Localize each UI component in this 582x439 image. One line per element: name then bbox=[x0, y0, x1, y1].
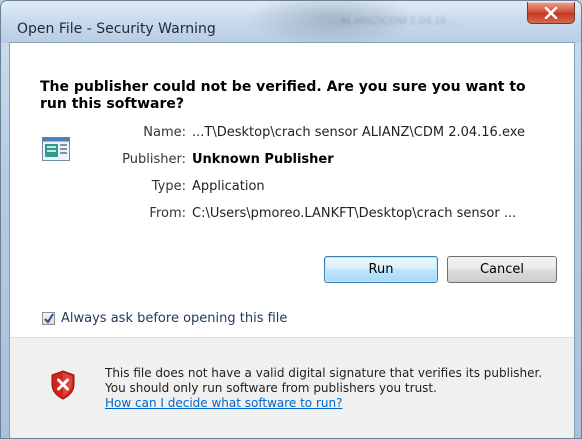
close-button[interactable] bbox=[527, 2, 575, 24]
always-ask-checkbox-row[interactable]: Always ask before opening this file bbox=[42, 311, 287, 326]
type-value: Application bbox=[192, 179, 265, 194]
cancel-button[interactable]: Cancel bbox=[447, 256, 557, 283]
shield-warning-icon bbox=[51, 370, 75, 400]
footer-panel: This file does not have a valid digital … bbox=[10, 338, 574, 438]
check-icon bbox=[44, 313, 54, 324]
warning-headline: The publisher could not be verified. Are… bbox=[40, 79, 526, 112]
from-value: C:\Users\pmoreo.LANKFT\Desktop\crach sen… bbox=[192, 206, 517, 221]
footer-message: This file does not have a valid digital … bbox=[105, 366, 555, 411]
always-ask-checkbox[interactable] bbox=[42, 312, 55, 325]
close-icon bbox=[544, 6, 558, 19]
publisher-label: Publisher: bbox=[122, 152, 186, 167]
from-label: From: bbox=[149, 206, 186, 221]
security-warning-window: Open File - Security Warning ...ALIANZ\C… bbox=[0, 0, 582, 439]
footer-message-text: This file does not have a valid digital … bbox=[105, 366, 543, 395]
window-title: Open File - Security Warning bbox=[17, 21, 216, 37]
dialog-content: The publisher could not be verified. Are… bbox=[9, 42, 575, 438]
always-ask-label[interactable]: Always ask before opening this file bbox=[61, 311, 287, 326]
title-bar[interactable]: Open File - Security Warning ...ALIANZ\C… bbox=[1, 1, 581, 43]
name-value: ...T\Desktop\crach sensor ALIANZ\CDM 2.0… bbox=[192, 125, 526, 140]
file-icon bbox=[42, 137, 70, 161]
type-label: Type: bbox=[151, 179, 186, 194]
run-button[interactable]: Run bbox=[324, 256, 438, 283]
name-label: Name: bbox=[143, 125, 186, 140]
help-link[interactable]: How can I decide what software to run? bbox=[105, 396, 555, 411]
background-window-text: ...ALIANZ\CDM 2.04.16 ... bbox=[331, 15, 459, 27]
publisher-value: Unknown Publisher bbox=[192, 152, 334, 167]
